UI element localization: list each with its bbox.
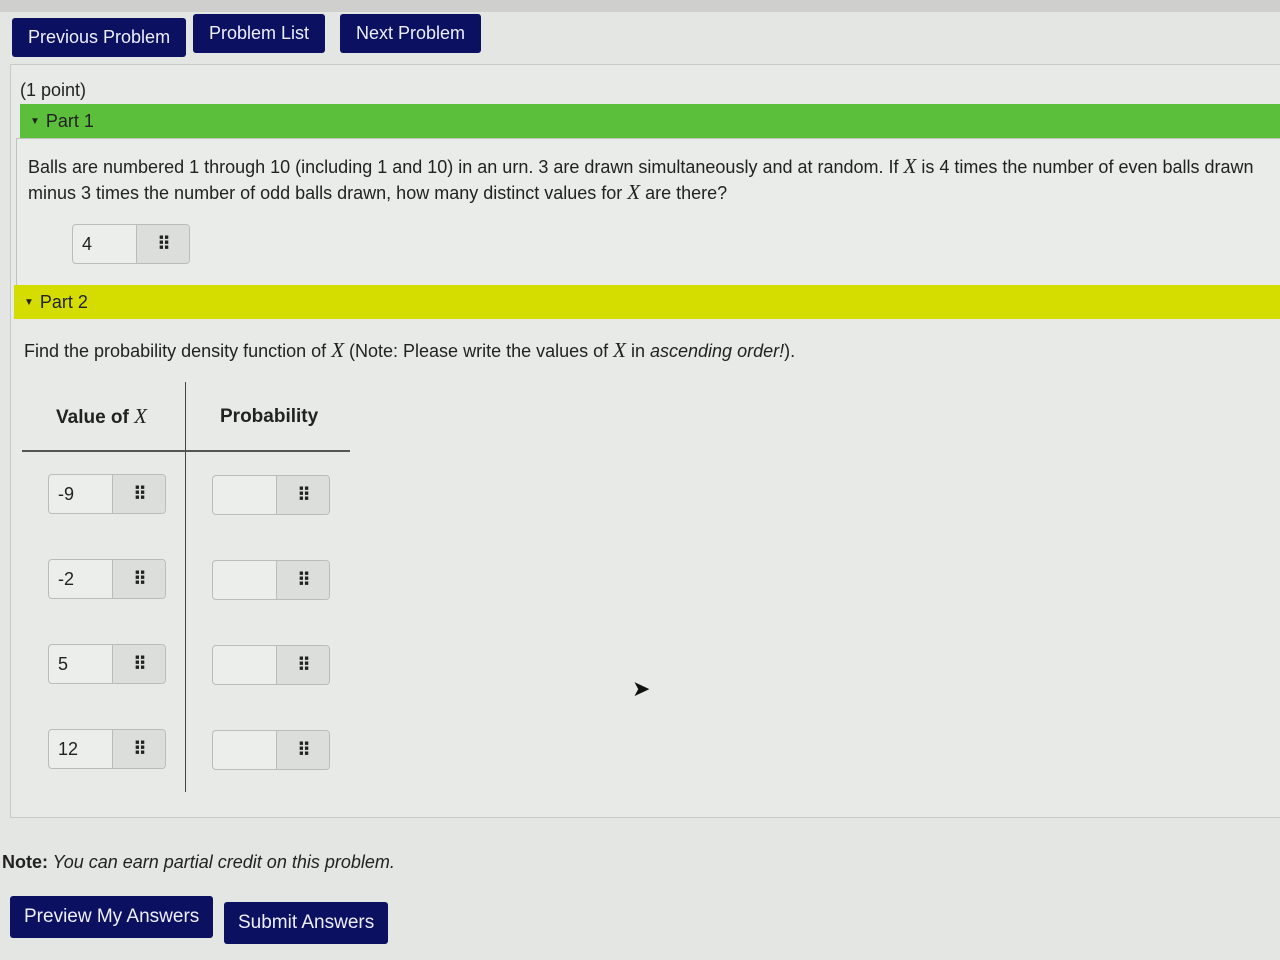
probability-answer-box[interactable]: ⠿: [212, 560, 330, 600]
value-answer-box[interactable]: -2 ⠿: [48, 559, 166, 599]
value-answer-box[interactable]: -9 ⠿: [48, 474, 166, 514]
equation-editor-icon[interactable]: ⠿: [277, 561, 329, 599]
submit-answers-button[interactable]: Submit Answers: [224, 902, 389, 944]
probability-input[interactable]: [213, 561, 277, 599]
points-label: (1 point): [20, 80, 87, 100]
value-input[interactable]: 5: [49, 645, 113, 683]
part2-header[interactable]: ▼ Part 2: [14, 285, 1280, 319]
part1-header[interactable]: ▼ Part 1: [20, 104, 1280, 138]
collapse-triangle-icon: ▼: [30, 115, 40, 127]
browser-top: [0, 0, 1280, 12]
part1-question: Balls are numbered 1 through 10 (includi…: [28, 154, 1254, 204]
equation-editor-icon[interactable]: ⠿: [277, 646, 329, 684]
equation-editor-icon[interactable]: ⠿: [113, 730, 165, 768]
part1-label: Part 1: [45, 110, 94, 131]
probability-answer-box[interactable]: ⠿: [212, 645, 330, 685]
equation-editor-icon[interactable]: ⠿: [113, 560, 165, 598]
preview-answers-button[interactable]: Preview My Answers: [10, 896, 214, 938]
part2-instructions: Find the probability density function of…: [24, 338, 796, 362]
value-input[interactable]: -2: [49, 560, 113, 598]
probability-input[interactable]: [213, 646, 277, 684]
table-divider: [185, 382, 186, 792]
value-answer-box[interactable]: 12 ⠿: [48, 729, 166, 769]
probability-input[interactable]: [213, 476, 277, 514]
equation-editor-icon[interactable]: ⠿: [277, 476, 329, 514]
probability-answer-box[interactable]: ⠿: [212, 475, 330, 515]
equation-editor-icon[interactable]: ⠿: [113, 645, 165, 683]
part1-answer-input[interactable]: 4: [73, 225, 137, 263]
part1-answer-box[interactable]: 4 ⠿: [72, 224, 190, 264]
equation-editor-icon[interactable]: ⠿: [277, 731, 329, 769]
problem-list-button[interactable]: Problem List: [193, 14, 326, 53]
equation-editor-icon[interactable]: ⠿: [137, 225, 189, 263]
partial-credit-note: Note: You can earn partial credit on thi…: [2, 852, 395, 872]
value-input[interactable]: -9: [49, 475, 113, 513]
column-header-value: Value of X: [56, 404, 147, 428]
equation-editor-icon[interactable]: ⠿: [113, 475, 165, 513]
previous-problem-button[interactable]: Previous Problem: [12, 18, 187, 57]
mouse-cursor-icon: ➤: [632, 676, 651, 701]
collapse-triangle-icon: ▼: [24, 296, 34, 308]
probability-input[interactable]: [213, 731, 277, 769]
value-answer-box[interactable]: 5 ⠿: [48, 644, 166, 684]
value-input[interactable]: 12: [49, 730, 113, 768]
probability-answer-box[interactable]: ⠿: [212, 730, 330, 770]
part2-label: Part 2: [39, 291, 88, 312]
next-problem-button[interactable]: Next Problem: [340, 14, 482, 53]
column-header-probability: Probability: [220, 406, 319, 427]
table-header-rule: [22, 450, 350, 452]
